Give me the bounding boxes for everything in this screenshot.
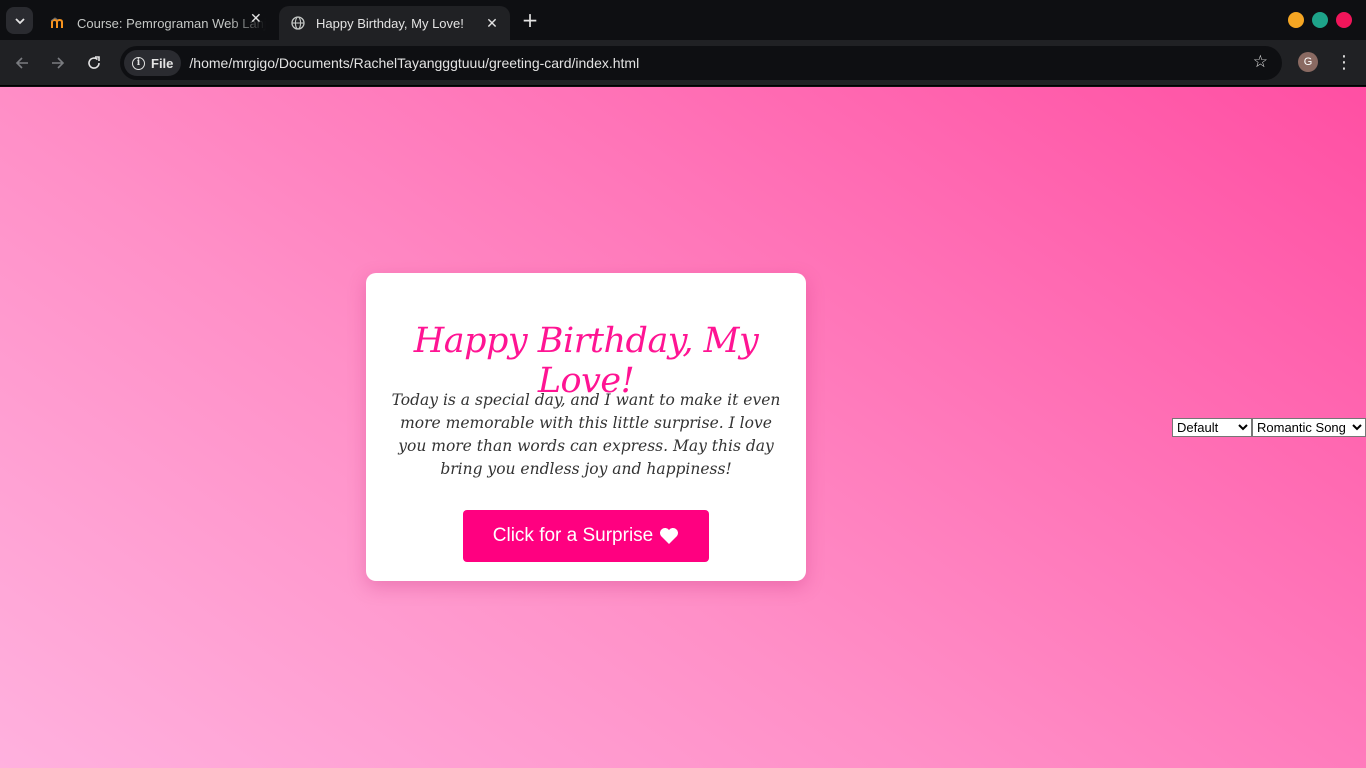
tab-title: Course: Pemrograman Web Lanjut <box>77 15 266 31</box>
tab-close-icon[interactable]: ✕ <box>250 11 262 27</box>
info-icon: i <box>132 56 145 70</box>
globe-icon <box>289 15 307 31</box>
maximize-window-button[interactable] <box>1312 12 1328 28</box>
moodle-icon <box>50 15 68 31</box>
chevron-down-icon <box>14 17 25 24</box>
profile-avatar[interactable]: G <box>1298 52 1318 72</box>
tab-strip: Course: Pemrograman Web Lanjut ✕ Happy B… <box>0 0 1366 40</box>
forward-button[interactable] <box>45 50 71 76</box>
tab-close-icon[interactable]: ✕ <box>484 15 500 32</box>
kebab-menu-icon[interactable]: ⋮ <box>1334 50 1354 76</box>
reload-button[interactable] <box>81 50 107 76</box>
arrow-left-icon <box>15 57 28 69</box>
tab-birthday[interactable]: Happy Birthday, My Love! ✕ <box>279 6 510 40</box>
tab-course[interactable]: Course: Pemrograman Web Lanjut <box>40 6 276 40</box>
arrow-right-icon <box>52 57 65 69</box>
page-viewport: Happy Birthday, My Love! Today is a spec… <box>0 87 1366 768</box>
address-bar[interactable]: i File /home/mrgigo/Documents/RachelTaya… <box>120 46 1282 80</box>
tab-search-button[interactable] <box>6 7 33 34</box>
close-window-button[interactable] <box>1336 12 1352 28</box>
reload-icon <box>88 56 100 69</box>
controls: Default Romantic Song <box>1172 418 1366 437</box>
star-icon[interactable]: ☆ <box>1253 52 1268 72</box>
surprise-button[interactable]: Click for a Surprise <box>463 510 709 562</box>
tab-title: Happy Birthday, My Love! <box>316 15 464 31</box>
surprise-button-label: Click for a Surprise <box>492 525 654 546</box>
song-select[interactable]: Romantic Song <box>1252 418 1366 437</box>
greeting-card: Happy Birthday, My Love! Today is a spec… <box>366 273 806 581</box>
browser-toolbar: i File /home/mrgigo/Documents/RachelTaya… <box>0 40 1366 86</box>
card-message: Today is a special day, and I want to ma… <box>391 391 781 478</box>
heart-icon <box>660 528 679 544</box>
minimize-window-button[interactable] <box>1288 12 1304 28</box>
back-button[interactable] <box>9 50 35 76</box>
theme-select[interactable]: Default <box>1172 418 1252 437</box>
site-info-chip[interactable]: i File <box>124 50 182 76</box>
site-info-label: File <box>151 55 174 71</box>
plus-icon[interactable]: + <box>518 8 542 32</box>
url-text[interactable]: /home/mrgigo/Documents/RachelTayangggtuu… <box>189 55 639 71</box>
